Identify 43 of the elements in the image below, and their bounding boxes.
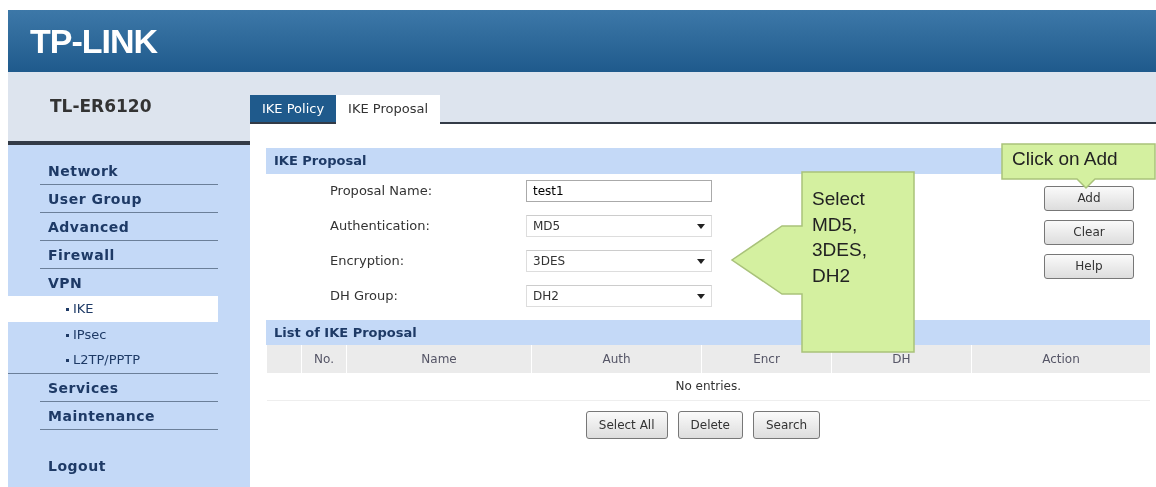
tab[interactable]: IKE Policy <box>250 94 337 122</box>
field-label: DH Group: <box>330 287 399 306</box>
nav-item[interactable]: User Group <box>40 185 218 213</box>
button[interactable]: Delete <box>677 410 743 439</box>
nav-item[interactable]: Network <box>40 157 218 185</box>
button[interactable]: Select All <box>585 410 668 439</box>
nav-subitem[interactable]: IPsec <box>8 321 218 347</box>
dropdown[interactable]: MD5 <box>526 215 712 237</box>
caret-icon <box>697 223 705 229</box>
nav-subitem[interactable]: IKE <box>8 296 218 322</box>
nav-item[interactable]: Advanced <box>40 213 218 241</box>
logo: TP-LINK <box>30 20 158 62</box>
nav-item[interactable]: Maintenance <box>40 401 218 430</box>
dropdown[interactable]: DH2 <box>526 285 712 307</box>
bullet-icon <box>66 308 69 311</box>
caret-icon <box>697 258 705 264</box>
callout-text: Select MD5, 3DES, DH2 <box>812 187 868 288</box>
dropdown[interactable]: 3DES <box>526 250 712 272</box>
callout-text: Click on Add <box>1012 147 1118 171</box>
column-header: No. <box>301 345 347 373</box>
bullet-icon <box>66 333 69 337</box>
field-label: Proposal Name: <box>330 182 434 201</box>
column-header: Name <box>346 345 532 373</box>
caret-icon <box>697 293 705 299</box>
nav-item[interactable]: Services <box>40 373 218 402</box>
nav-item[interactable]: Logout <box>40 451 218 479</box>
bullet-icon <box>66 359 69 362</box>
device-model: TL-ER6120 <box>50 94 152 118</box>
input-field[interactable]: test1 <box>526 180 712 202</box>
nav-item[interactable]: Firewall <box>40 241 218 269</box>
tab[interactable]: IKE Proposal <box>336 94 440 124</box>
column-header: Action <box>971 345 1150 373</box>
column-header: Auth <box>531 345 702 373</box>
empty-message: No entries. <box>266 373 1150 400</box>
nav-item[interactable]: VPN <box>40 269 218 296</box>
button[interactable]: Help <box>1044 253 1134 279</box>
button[interactable]: Add <box>1044 185 1134 211</box>
nav-subitem[interactable]: L2TP/PPTP <box>8 347 218 373</box>
field-label: Authentication: <box>330 217 431 236</box>
button[interactable]: Clear <box>1044 219 1134 245</box>
column-header: Encr <box>701 345 832 373</box>
field-label: Encryption: <box>330 252 406 271</box>
button[interactable]: Search <box>752 410 821 439</box>
